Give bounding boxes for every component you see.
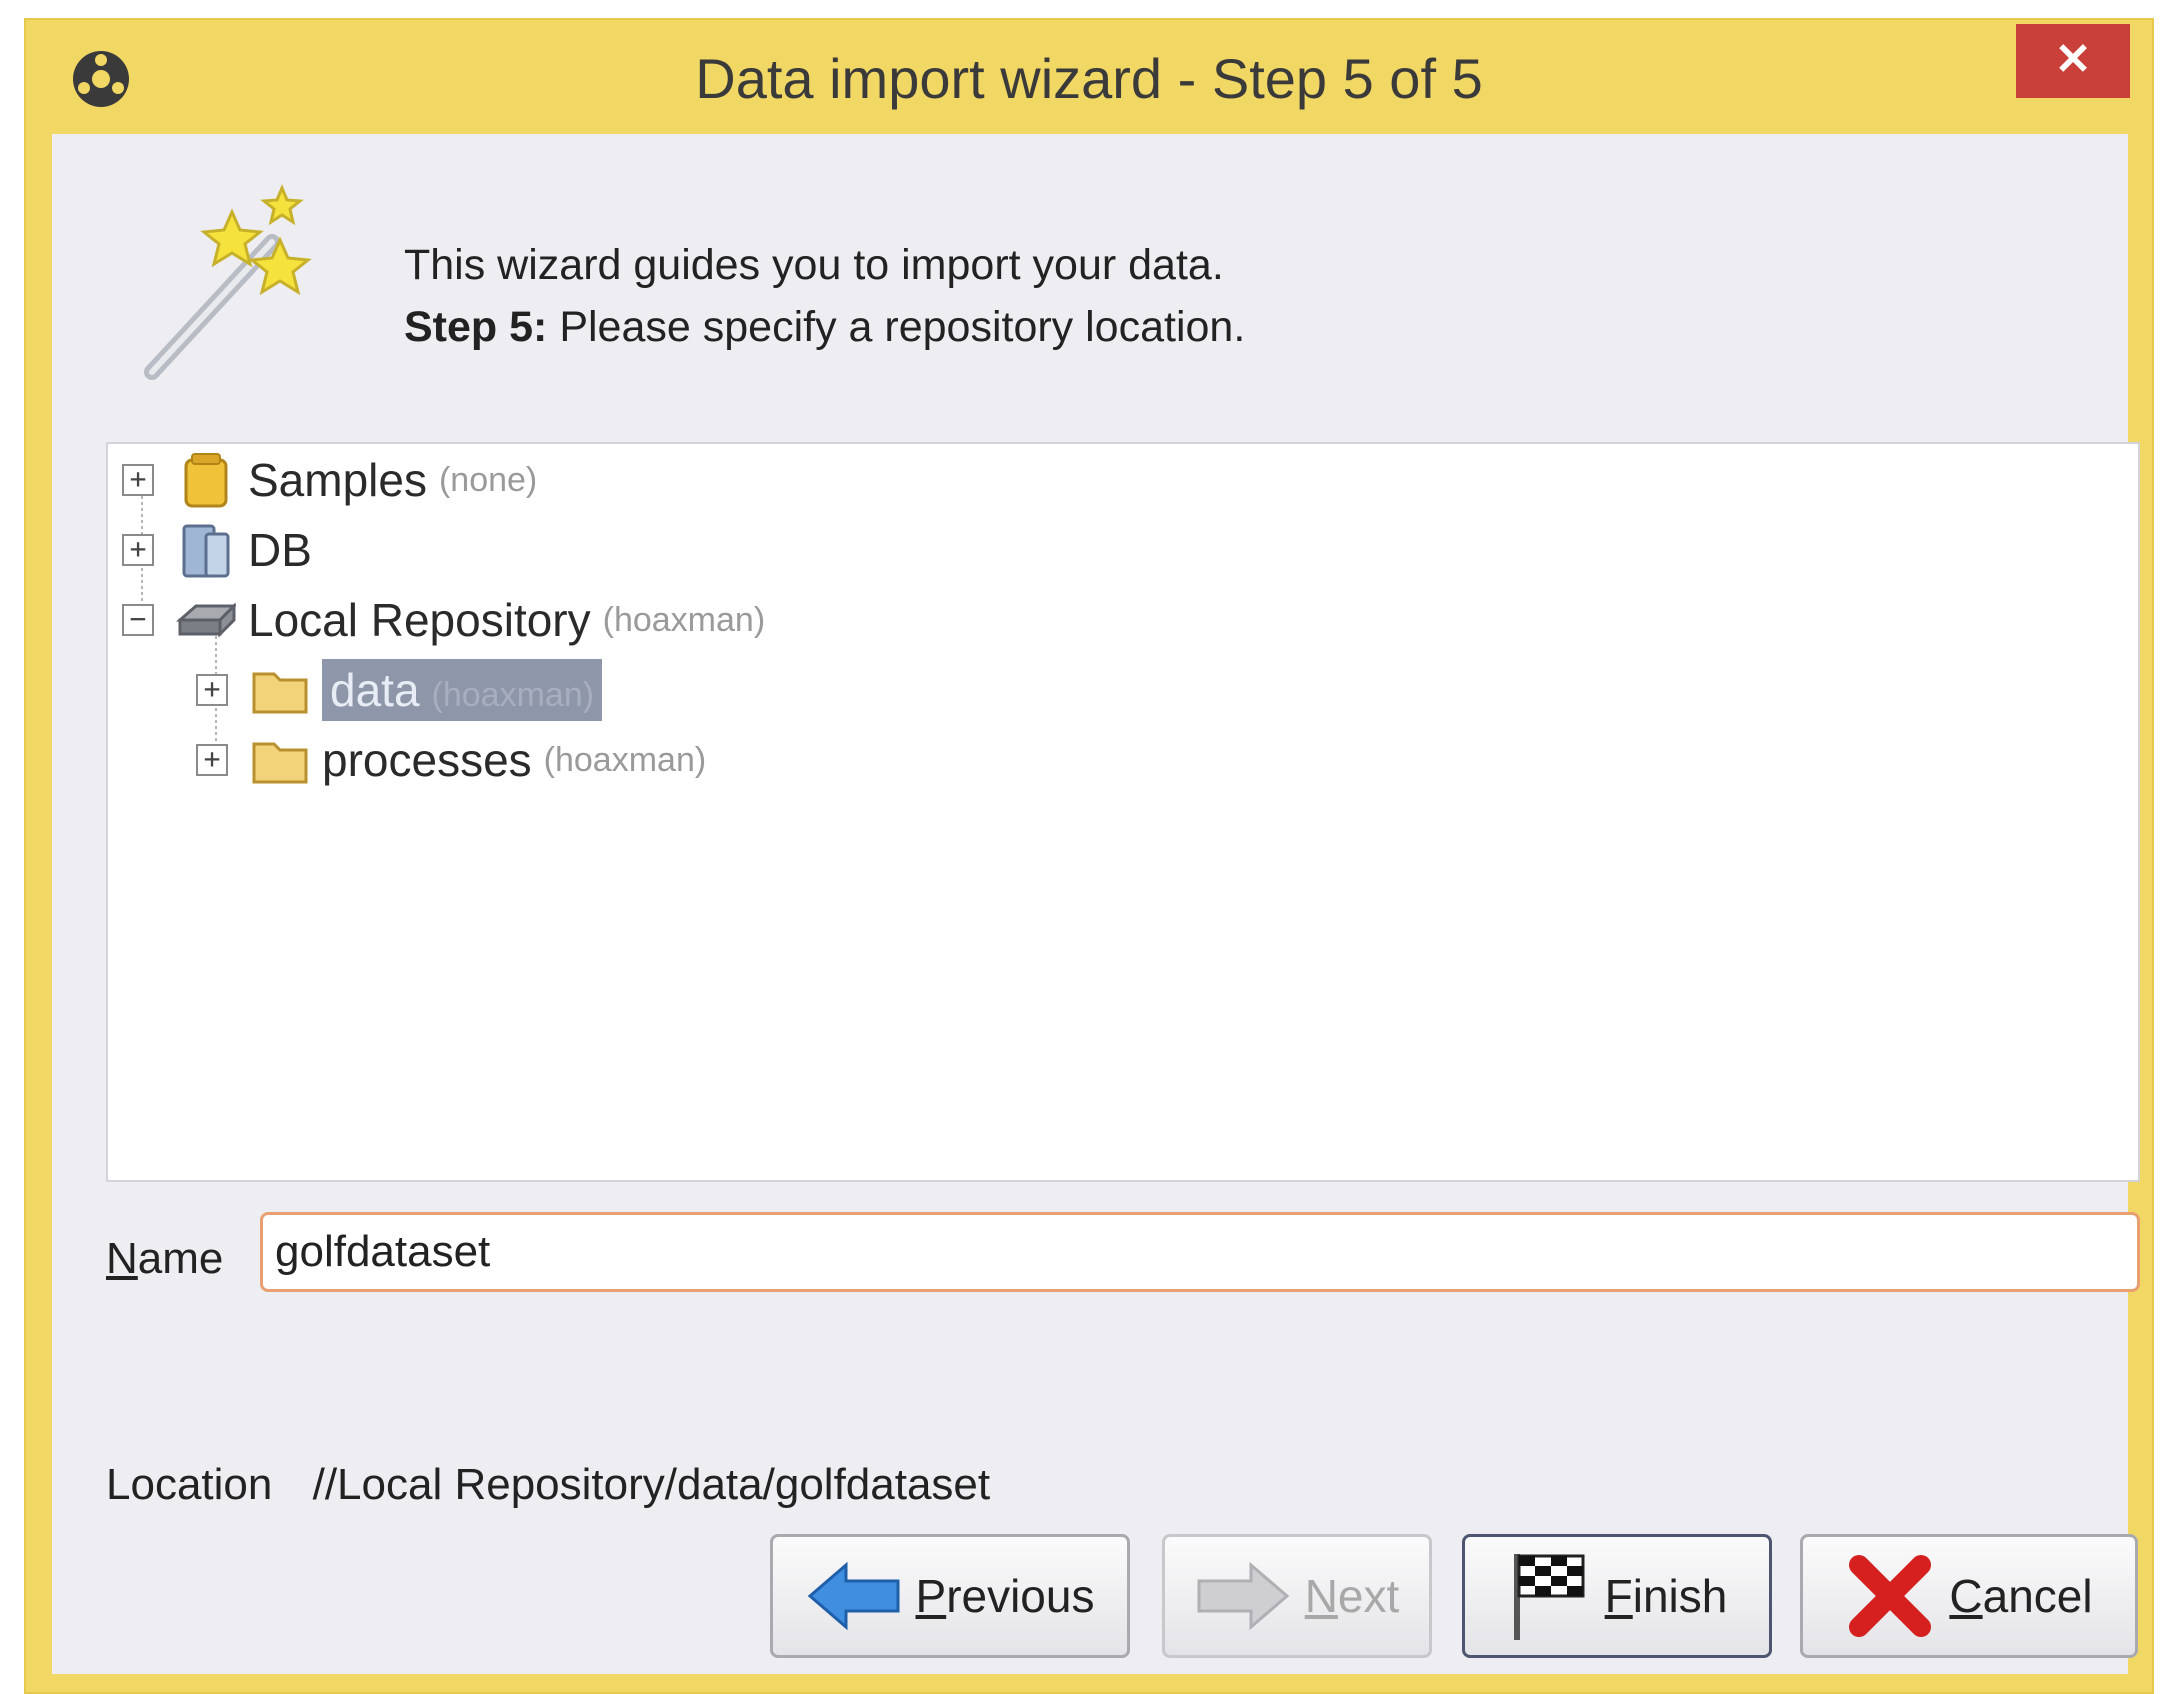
next-mnemonic: N xyxy=(1304,1570,1338,1622)
location-label: Location xyxy=(106,1460,273,1509)
tree-node-label: DB xyxy=(248,524,312,576)
repository-tree[interactable]: + Samples (none) + DB − Local Repository… xyxy=(106,442,2140,1182)
location-display: Location //Local Repository/data/golfdat… xyxy=(106,1460,990,1510)
local-repository-drive-icon xyxy=(176,602,236,638)
previous-mnemonic: P xyxy=(915,1570,947,1622)
step-label: Step 5: xyxy=(404,303,548,351)
arrow-right-icon xyxy=(1197,1561,1289,1631)
finish-button[interactable]: Finish xyxy=(1462,1534,1772,1658)
finish-mnemonic: F xyxy=(1604,1570,1633,1622)
expand-icon[interactable]: + xyxy=(196,674,228,706)
arrow-left-icon xyxy=(807,1561,899,1631)
wizard-window: Data import wizard - Step 5 of 5 ✕ This … xyxy=(24,18,2154,1694)
database-icon xyxy=(182,524,230,578)
tree-node-owner: (hoaxman) xyxy=(431,676,595,714)
window-title: Data import wizard - Step 5 of 5 xyxy=(695,47,1483,110)
expand-icon[interactable]: + xyxy=(196,744,228,776)
collapse-icon[interactable]: − xyxy=(122,604,154,636)
name-label-rest: ame xyxy=(137,1234,224,1283)
tree-node-owner: (hoaxman) xyxy=(602,600,766,639)
tree-node-label: Local Repository xyxy=(248,594,591,646)
previous-label-rest: revious xyxy=(946,1570,1095,1622)
previous-button[interactable]: Previous xyxy=(770,1534,1130,1658)
name-input[interactable] xyxy=(260,1212,2140,1292)
next-label-rest: ext xyxy=(1337,1570,1400,1622)
expand-icon[interactable]: + xyxy=(122,534,154,566)
close-button[interactable]: ✕ xyxy=(2016,24,2130,98)
finish-label-rest: inish xyxy=(1632,1570,1728,1622)
tree-node-db[interactable]: + DB xyxy=(122,516,312,584)
finish-label: Finish xyxy=(1605,1569,1728,1623)
step-text: Please specify a repository location. xyxy=(547,303,1246,351)
folder-icon xyxy=(252,672,308,714)
wizard-content: This wizard guides you to import your da… xyxy=(52,134,2140,1674)
cancel-mnemonic: C xyxy=(1949,1570,1983,1622)
title-bar[interactable]: Data import wizard - Step 5 of 5 ✕ xyxy=(26,20,2152,132)
tree-node-samples[interactable]: + Samples (none) xyxy=(122,446,537,514)
tree-node-data[interactable]: + data (hoaxman) xyxy=(196,656,603,724)
folder-icon xyxy=(252,742,308,784)
next-label: Next xyxy=(1305,1569,1400,1623)
intro-line: This wizard guides you to import your da… xyxy=(404,241,1224,289)
step-line: Step 5: Please specify a repository loca… xyxy=(404,296,1245,358)
next-button[interactable]: Next xyxy=(1162,1534,1432,1658)
tree-node-owner: (none) xyxy=(438,460,538,499)
tree-node-label: Samples xyxy=(248,454,427,506)
wizard-instructions: This wizard guides you to import your da… xyxy=(404,234,1245,358)
location-path: //Local Repository/data/golfdataset xyxy=(312,1460,991,1509)
cancel-button[interactable]: Cancel xyxy=(1800,1534,2138,1658)
samples-jar-icon xyxy=(184,453,228,508)
expand-icon[interactable]: + xyxy=(122,464,154,496)
cancel-label: Cancel xyxy=(1949,1569,2092,1623)
tree-node-owner: (hoaxman) xyxy=(543,740,707,779)
checkered-flag-icon xyxy=(1513,1554,1585,1640)
previous-label: Previous xyxy=(916,1569,1095,1623)
red-x-icon xyxy=(1849,1555,1932,1637)
name-label-mnemonic: N xyxy=(106,1234,138,1283)
tree-node-label: processes xyxy=(322,734,532,786)
tree-node-local-repository[interactable]: − Local Repository (hoaxman) xyxy=(122,586,765,654)
tree-node-label: data xyxy=(330,664,420,716)
tree-node-processes[interactable]: + processes (hoaxman) xyxy=(196,726,706,794)
magic-wand-icon xyxy=(144,184,312,380)
selected-node-highlight[interactable]: data (hoaxman) xyxy=(322,659,603,721)
cancel-label-rest: ancel xyxy=(1982,1570,2093,1622)
name-label: Name xyxy=(106,1234,223,1284)
